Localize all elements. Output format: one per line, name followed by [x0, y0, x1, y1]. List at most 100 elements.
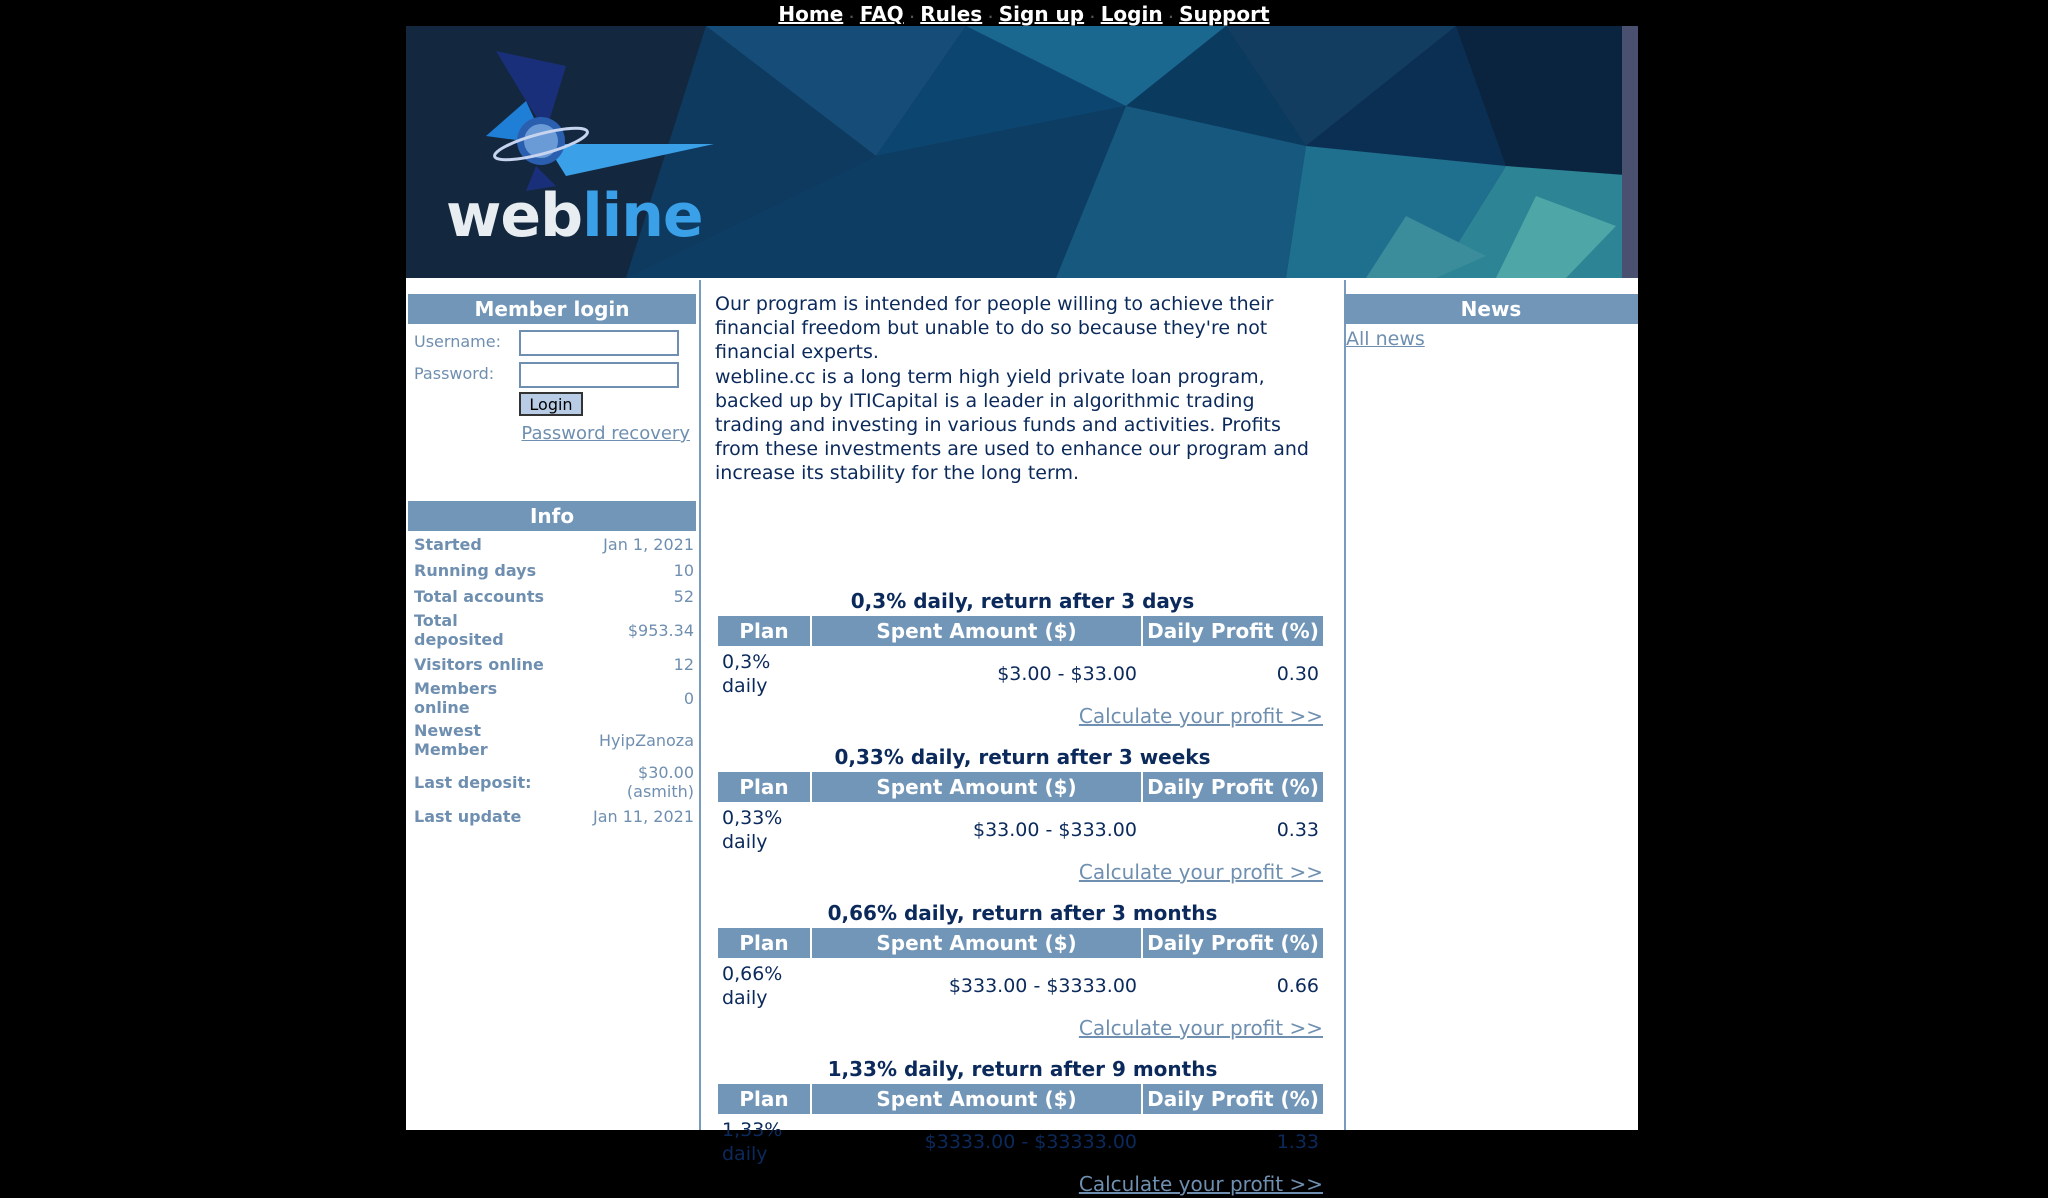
nav-login[interactable]: Login [1101, 2, 1163, 26]
info-value: Jan 11, 2021 [593, 806, 694, 826]
info-value: 10 [673, 560, 694, 580]
plan-title: 0,3% daily, return after 3 days [850, 589, 1195, 613]
nav-faq[interactable]: FAQ [860, 2, 904, 26]
plan-name: 0,66% daily [722, 963, 783, 1009]
all-news-link[interactable]: All news [1346, 328, 1636, 350]
info-heading: Info [408, 501, 696, 531]
plan-block: 0,33% daily, return after 3 weeks Plan Spe… [718, 744, 1327, 886]
info-value: 12 [673, 654, 694, 674]
plan-header-plan: Plan [718, 928, 810, 958]
plan-header-profit: Daily Profit (%) [1143, 928, 1323, 958]
banner-edge [1622, 26, 1638, 278]
logo-line: line [582, 181, 704, 251]
info-key: Total accounts [414, 586, 544, 606]
plan-title: 0,66% daily, return after 3 months [827, 901, 1218, 925]
login-form: Username: Password: Login Password recov… [406, 324, 698, 474]
plan-row: 0,66% daily $333.00 - $3333.00 0.66 [718, 960, 1323, 1012]
username-input[interactable] [519, 330, 679, 356]
plan-header-spent: Spent Amount ($) [812, 616, 1141, 646]
info-row: Total accounts 52 [406, 583, 698, 609]
main-content: Our program is intended for people willi… [699, 280, 1346, 1196]
calculate-profit-link[interactable]: Calculate your profit >> [718, 702, 1327, 730]
nav-separator: · [1168, 10, 1174, 24]
site-logo[interactable]: webline [446, 181, 704, 251]
calculate-profit-link[interactable]: Calculate your profit >> [718, 1170, 1327, 1198]
nav-rules[interactable]: Rules [920, 2, 982, 26]
info-key: Total deposited [414, 611, 504, 649]
info-key: Started [414, 534, 482, 554]
info-row: Total deposited $953.34 [406, 609, 698, 651]
plan-block: 1,33% daily, return after 9 months Plan Sp… [718, 1056, 1327, 1198]
info-value: HyipZanoza [599, 730, 694, 750]
plan-header-profit: Daily Profit (%) [1143, 1084, 1323, 1114]
left-sidebar: Member login Username: Password: Login P… [406, 280, 698, 829]
info-row: Running days 10 [406, 557, 698, 583]
info-value: $30.00 (asmith) [626, 763, 694, 801]
login-button[interactable]: Login [519, 392, 583, 416]
plan-table: Plan Spent Amount ($) Daily Profit (%) 0,3%… [716, 614, 1325, 702]
plan-header-spent: Spent Amount ($) [812, 1084, 1141, 1114]
nav-separator: · [849, 10, 854, 24]
info-key: Last deposit: [414, 772, 532, 792]
password-recovery-link[interactable]: Password recovery [521, 423, 690, 444]
page-container: webline Member login Username: Password:… [406, 26, 1638, 1196]
plan-row: 1,33% daily $3333.00 - $33333.00 1.33 [718, 1116, 1323, 1168]
news-heading: News [1344, 294, 1638, 324]
plan-header-plan: Plan [718, 1084, 810, 1114]
plan-profit: 0.33 [1276, 819, 1319, 841]
plan-table: Plan Spent Amount ($) Daily Profit (%) 1,33… [716, 1082, 1325, 1170]
intro-text: Our program is intended for people willi… [715, 292, 1315, 486]
member-login-heading: Member login [408, 294, 696, 324]
intro-paragraph-1: Our program is intended for people willi… [715, 293, 1274, 364]
plan-header-spent: Spent Amount ($) [812, 928, 1141, 958]
plan-header-plan: Plan [718, 616, 810, 646]
password-label: Password: [414, 364, 495, 383]
plan-title: 0,33% daily, return after 3 weeks [834, 745, 1211, 769]
info-key: Newest Member [414, 721, 488, 759]
info-key: Last update [414, 806, 522, 826]
info-row: Last deposit: $30.00 (asmith) [406, 761, 698, 803]
plan-range: $3333.00 - $33333.00 [924, 1131, 1137, 1153]
calculate-profit-link[interactable]: Calculate your profit >> [718, 858, 1327, 886]
info-row: Started Jan 1, 2021 [406, 531, 698, 557]
info-row: Last update Jan 11, 2021 [406, 803, 698, 829]
plan-block: 0,66% daily, return after 3 months Plan Sp… [718, 900, 1327, 1042]
plan-block: 0,3% daily, return after 3 days Plan Spent… [718, 588, 1327, 730]
plan-name: 0,33% daily [722, 807, 783, 853]
plan-range: $333.00 - $3333.00 [948, 975, 1137, 997]
top-nav: Home · FAQ · Rules · Sign up · Login · Support [0, 0, 2048, 26]
plan-profit: 0.66 [1276, 975, 1319, 997]
plan-header-profit: Daily Profit (%) [1143, 616, 1323, 646]
nav-support[interactable]: Support [1179, 2, 1269, 26]
logo-web: web [446, 181, 583, 251]
plan-name: 1,33% daily [722, 1119, 783, 1165]
plan-header-row: Plan Spent Amount ($) Daily Profit (%) [718, 1084, 1323, 1114]
info-row: Members online 0 [406, 677, 698, 719]
plan-header-row: Plan Spent Amount ($) Daily Profit (%) [718, 772, 1323, 802]
plan-range: $3.00 - $33.00 [997, 663, 1137, 685]
nav-separator: · [1090, 10, 1095, 24]
nav-signup[interactable]: Sign up [999, 2, 1084, 26]
info-value: Jan 1, 2021 [603, 534, 694, 554]
info-key: Running days [414, 560, 537, 580]
plan-header-plan: Plan [718, 772, 810, 802]
header-banner: webline [406, 26, 1638, 278]
plan-header-profit: Daily Profit (%) [1143, 772, 1323, 802]
info-value: 0 [683, 688, 694, 708]
plan-header-row: Plan Spent Amount ($) Daily Profit (%) [718, 616, 1323, 646]
plan-row: 0,3% daily $3.00 - $33.00 0.30 [718, 648, 1323, 700]
info-value: 52 [673, 586, 694, 606]
plan-header-spent: Spent Amount ($) [812, 772, 1141, 802]
info-row: Visitors online 12 [406, 651, 698, 677]
nav-home[interactable]: Home [778, 2, 843, 26]
plan-title: 1,33% daily, return after 9 months [827, 1057, 1218, 1081]
username-label: Username: [414, 332, 501, 351]
plan-header-row: Plan Spent Amount ($) Daily Profit (%) [718, 928, 1323, 958]
info-key: Members online [414, 679, 498, 717]
password-input[interactable] [519, 362, 679, 388]
info-row: Newest Member HyipZanoza [406, 719, 698, 761]
nav-separator: · [909, 10, 915, 24]
plan-row: 0,33% daily $33.00 - $333.00 0.33 [718, 804, 1323, 856]
calculate-profit-link[interactable]: Calculate your profit >> [718, 1014, 1327, 1042]
right-sidebar: News All news [1344, 280, 1638, 354]
